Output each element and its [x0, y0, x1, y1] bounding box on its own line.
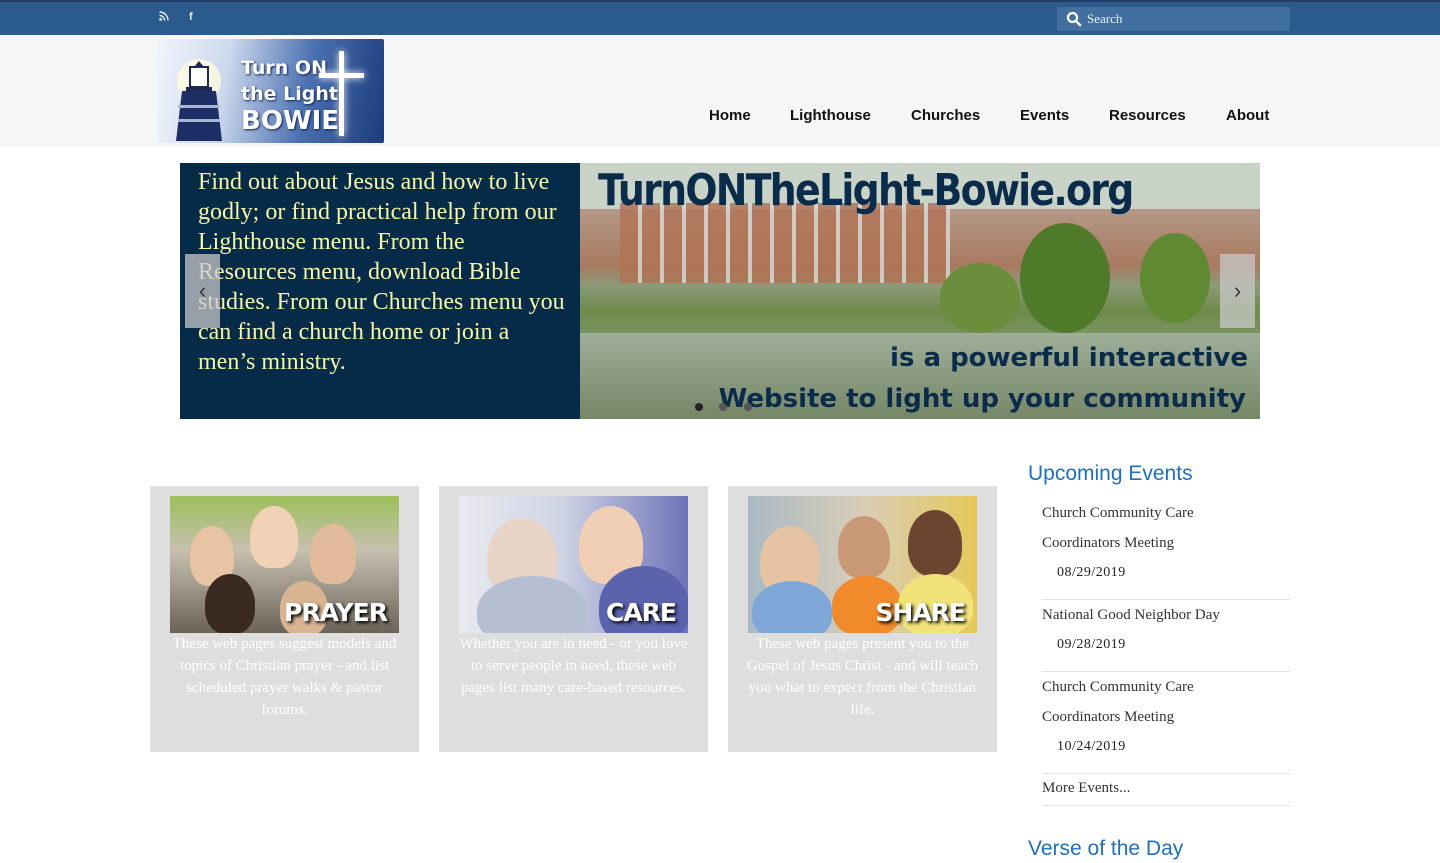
search-icon[interactable]	[1066, 11, 1082, 27]
hero-slider: Find out about Jesus and how to live god…	[180, 163, 1260, 419]
card-care[interactable]: CARE Whether you are in need - or you lo…	[439, 486, 708, 752]
card-share[interactable]: SHARE These web pages present you to the…	[728, 486, 997, 752]
slide-text: Find out about Jesus and how to live god…	[198, 169, 565, 375]
care-image[interactable]: CARE	[459, 496, 688, 633]
event-date: 10/24/2019	[1057, 739, 1126, 754]
slide-photo: TurnONTheLight-Bowie.org is a powerful i…	[580, 163, 1260, 419]
tree-image	[1020, 223, 1110, 333]
top-bar: f	[0, 0, 1440, 35]
nav-home[interactable]: Home	[709, 107, 751, 124]
logo-line-3: BOWIE	[241, 106, 340, 136]
prayer-image[interactable]: PRAYER	[170, 496, 399, 633]
search-box	[1057, 7, 1290, 31]
slider-dot[interactable]	[719, 403, 728, 411]
tree-image	[1140, 233, 1210, 323]
slide-title: TurnONTheLight-Bowie.org	[598, 165, 1134, 216]
nav-about[interactable]: About	[1226, 107, 1269, 124]
card-image-label: SHARE	[875, 598, 966, 627]
card-description: These web pages present you to the Gospe…	[746, 636, 979, 718]
cross-icon-bar	[319, 73, 364, 78]
site-logo[interactable]: Turn ON the Light BOWIE	[158, 39, 384, 143]
event-link[interactable]: National Good Neighbor Day	[1042, 600, 1262, 630]
nav-events[interactable]: Events	[1020, 107, 1069, 124]
event-link[interactable]: Church Community Care Coordinators Meeti…	[1042, 498, 1262, 558]
card-image-label: CARE	[605, 598, 677, 627]
share-image[interactable]: SHARE	[748, 496, 977, 633]
lighthouse-icon	[176, 59, 222, 141]
event-link[interactable]: Church Community Care Coordinators Meeti…	[1042, 672, 1262, 732]
nav-lighthouse[interactable]: Lighthouse	[790, 107, 871, 124]
divider	[1042, 805, 1290, 806]
nav-churches[interactable]: Churches	[911, 107, 980, 124]
verse-of-the-day-title: Verse of the Day	[1028, 837, 1184, 860]
slide-subtitle-2: Website to light up your community	[718, 384, 1246, 414]
facebook-icon[interactable]: f	[189, 11, 193, 23]
site-header: Turn ON the Light BOWIE Home Lighthouse …	[0, 35, 1440, 146]
slider-dot[interactable]	[695, 403, 703, 411]
card-description: These web pages suggest models and topic…	[172, 636, 397, 718]
nav-resources[interactable]: Resources	[1109, 107, 1186, 124]
tree-image	[940, 263, 1020, 333]
rss-icon[interactable]	[159, 11, 169, 24]
logo-line-1: Turn ON	[241, 57, 327, 79]
event-date: 09/28/2019	[1057, 637, 1126, 652]
card-prayer[interactable]: PRAYER These web pages suggest models an…	[150, 486, 419, 752]
upcoming-events-title: Upcoming Events	[1028, 462, 1193, 485]
card-image-label: PRAYER	[284, 598, 388, 627]
slide-subtitle-1: is a powerful interactive	[890, 343, 1248, 373]
slider-prev-arrow-icon[interactable]: ‹	[185, 254, 220, 328]
event-date: 08/29/2019	[1057, 565, 1126, 580]
cross-icon	[339, 51, 344, 136]
slider-next-arrow-icon[interactable]: ›	[1220, 254, 1255, 328]
search-input[interactable]	[1087, 9, 1282, 29]
slider-dots	[695, 398, 764, 416]
more-events-link[interactable]: More Events...	[1042, 780, 1130, 797]
slider-dot[interactable]	[743, 403, 752, 411]
card-description: Whether you are in need - or you love to…	[459, 636, 688, 696]
divider	[1042, 773, 1290, 774]
logo-line-2: the Light	[241, 83, 338, 105]
slide-text-panel: Find out about Jesus and how to live god…	[180, 163, 580, 419]
